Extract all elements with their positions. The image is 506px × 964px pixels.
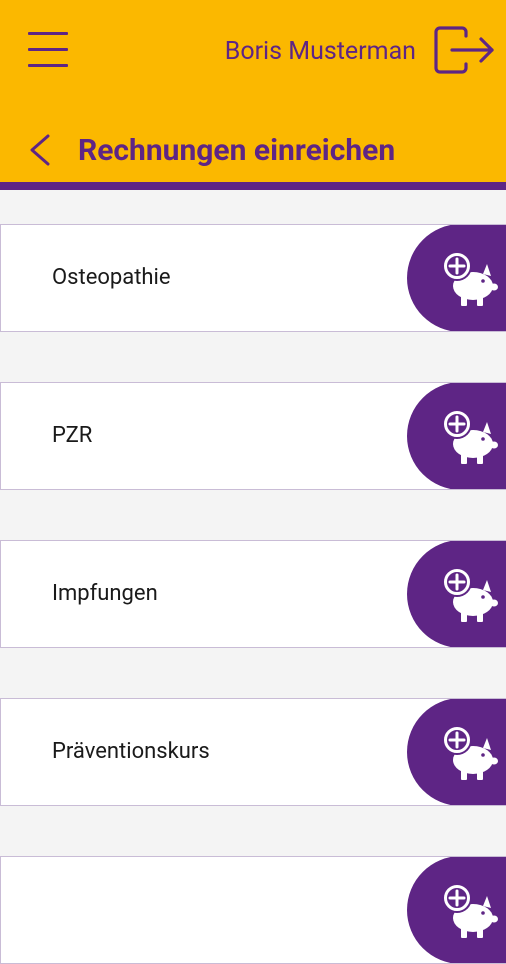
piggy-bank-add-icon [442, 725, 498, 780]
list-item[interactable] [0, 856, 506, 964]
list-item-praeventionskurs[interactable]: Präventionskurs [0, 698, 506, 806]
hamburger-menu-icon [28, 32, 68, 35]
add-invoice-button[interactable] [407, 857, 506, 963]
add-invoice-button[interactable] [407, 383, 506, 489]
piggy-bank-add-icon [442, 883, 498, 938]
list-item-osteopathie[interactable]: Osteopathie [0, 224, 506, 332]
logout-icon [434, 26, 494, 74]
piggy-bank-add-icon [442, 409, 498, 464]
back-button[interactable] [24, 126, 64, 174]
list-item-label: Präventionskurs [52, 739, 210, 764]
piggy-bank-add-icon [442, 251, 498, 306]
list-item-label: Osteopathie [52, 265, 171, 290]
menu-button[interactable] [28, 30, 68, 70]
list-item-impfungen[interactable]: Impfungen [0, 540, 506, 648]
add-invoice-button[interactable] [407, 225, 506, 331]
logout-button[interactable] [432, 24, 496, 76]
app-header: Boris Musterman Rechnungen einreichen [0, 0, 506, 190]
piggy-bank-add-icon [442, 567, 498, 622]
list-item-label: Impfungen [52, 581, 158, 606]
add-invoice-button[interactable] [407, 699, 506, 805]
user-name: Boris Musterman [224, 37, 416, 66]
page-title: Rechnungen einreichen [78, 133, 396, 168]
chevron-left-icon [30, 134, 50, 166]
list-item-label: PZR [52, 423, 93, 448]
list-item-pzr[interactable]: PZR [0, 382, 506, 490]
add-invoice-button[interactable] [407, 541, 506, 647]
